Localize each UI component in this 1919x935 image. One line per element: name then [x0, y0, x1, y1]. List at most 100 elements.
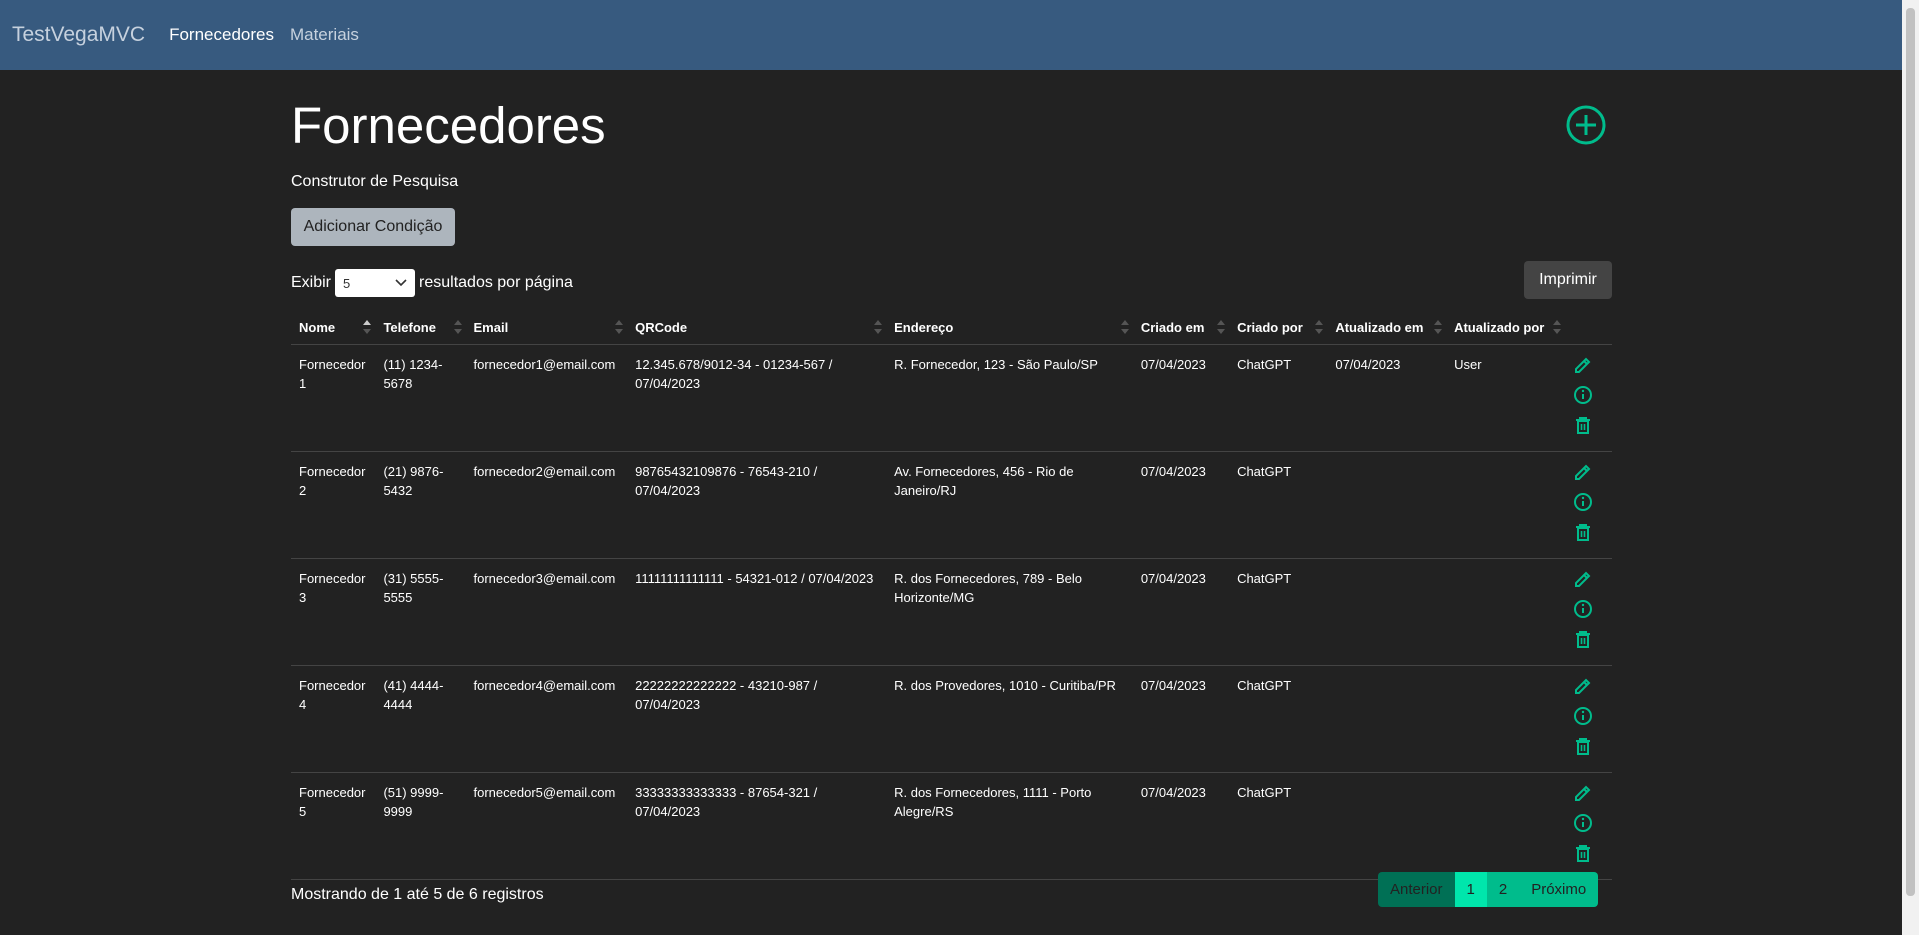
add-condition-button[interactable]: Adicionar Condição — [291, 208, 455, 246]
pagination-page-2[interactable]: 2 — [1486, 872, 1520, 907]
table-cell: 07/04/2023 — [1132, 344, 1230, 452]
table-cell: ChatGPT — [1229, 451, 1328, 559]
pagination-previous[interactable]: Anterior — [1378, 872, 1455, 907]
details-info-icon[interactable] — [1573, 492, 1593, 512]
table-cell: 33333333333333 - 87654-321 / 07/04/2023 — [627, 772, 887, 880]
col-header-label: Atualizado em — [1335, 319, 1424, 335]
table-cell: 07/04/2023 — [1132, 451, 1230, 559]
delete-trash-icon[interactable] — [1573, 629, 1593, 649]
pagination-next[interactable]: Próximo — [1519, 872, 1599, 907]
table-cell — [1327, 451, 1447, 559]
table-header-row: Nome Telefone Email QRCode Endereço Cria… — [291, 310, 1612, 345]
table-cell: User — [1446, 344, 1565, 452]
sort-icon — [874, 320, 883, 334]
table-row: Fornecedor 2 (21) 9876-5432 fornecedor2@em… — [291, 451, 1612, 559]
table-cell — [1446, 451, 1565, 559]
col-header-label: Criado por — [1237, 319, 1303, 335]
details-info-icon[interactable] — [1573, 385, 1593, 405]
scrollbar[interactable] — [1902, 0, 1919, 935]
col-header-label: Nome — [299, 319, 336, 335]
table-info: Mostrando de 1 até 5 de 6 registros — [291, 886, 544, 903]
details-info-icon[interactable] — [1573, 599, 1593, 619]
table-cell: Fornecedor 5 — [291, 772, 376, 880]
table-cell: R. Fornecedor, 123 - São Paulo/SP — [886, 344, 1133, 452]
table-cell: 07/04/2023 — [1132, 558, 1230, 666]
table-cell: fornecedor3@email.com — [465, 558, 628, 666]
table-cell — [1446, 558, 1565, 666]
row-actions — [1564, 344, 1612, 452]
brand-link[interactable]: TestVegaMVC — [12, 23, 145, 47]
sort-icon — [1552, 320, 1561, 334]
print-button[interactable]: Imprimir — [1524, 261, 1612, 299]
col-header-email[interactable]: Email — [465, 310, 628, 345]
col-header-criado-por[interactable]: Criado por — [1229, 310, 1328, 345]
col-header-criado-em[interactable]: Criado em — [1132, 310, 1230, 345]
delete-trash-icon[interactable] — [1573, 843, 1593, 863]
col-header-endereco[interactable]: Endereço — [886, 310, 1133, 345]
edit-pencil-icon[interactable] — [1573, 783, 1593, 803]
col-header-qrcode[interactable]: QRCode — [627, 310, 887, 345]
table-row: Fornecedor 3 (31) 5555-5555 fornecedor3@em… — [291, 558, 1612, 666]
row-actions — [1564, 665, 1612, 773]
table-cell: ChatGPT — [1229, 558, 1328, 666]
table-cell: 12.345.678/9012-34 - 01234-567 / 07/04/2… — [627, 344, 887, 452]
table-cell: fornecedor2@email.com — [465, 451, 628, 559]
sort-asc-icon — [363, 320, 372, 334]
table-cell — [1446, 772, 1565, 880]
chevron-down-icon — [395, 279, 407, 287]
plus-circle-icon[interactable] — [1565, 104, 1607, 146]
col-header-label: Email — [473, 319, 509, 335]
table-cell: R. dos Provedores, 1010 - Curitiba/PR — [886, 665, 1133, 773]
table-cell: Fornecedor 3 — [291, 558, 376, 666]
table-cell: (11) 1234-5678 — [375, 344, 466, 452]
table-cell: 11111111111111 - 54321-012 / 07/04/2023 — [627, 558, 887, 666]
pagination-page-1[interactable]: 1 — [1454, 872, 1487, 907]
edit-pencil-icon[interactable] — [1573, 355, 1593, 375]
table-row: Fornecedor 5 (51) 9999-9999 fornecedor5@em… — [291, 772, 1612, 880]
col-header-atualizado-por[interactable]: Atualizado por — [1446, 310, 1565, 345]
scrollbar-thumb[interactable] — [1906, 8, 1915, 896]
table-cell: Fornecedor 2 — [291, 451, 376, 559]
edit-pencil-icon[interactable] — [1573, 462, 1593, 482]
col-header-telefone[interactable]: Telefone — [375, 310, 466, 345]
col-header-label: Criado em — [1140, 319, 1205, 335]
table-cell: 07/04/2023 — [1327, 344, 1447, 452]
sort-icon — [1434, 320, 1443, 334]
row-actions — [1564, 772, 1612, 880]
row-actions — [1564, 558, 1612, 666]
details-info-icon[interactable] — [1573, 706, 1593, 726]
table-cell: fornecedor4@email.com — [465, 665, 628, 773]
sort-icon — [1315, 320, 1324, 334]
delete-trash-icon[interactable] — [1573, 415, 1593, 435]
table-row: Fornecedor 1 (11) 1234-5678 fornecedor1@em… — [291, 344, 1612, 452]
pagination: Anterior 1 2 Próximo — [1378, 872, 1599, 907]
edit-pencil-icon[interactable] — [1573, 676, 1593, 696]
page-length-select[interactable]: 5 — [335, 269, 416, 297]
search-builder-label: Construtor de Pesquisa — [291, 173, 459, 190]
col-header-label: Telefone — [383, 319, 436, 335]
table-cell: R. dos Fornecedores, 789 - Belo Horizont… — [886, 558, 1133, 666]
edit-pencil-icon[interactable] — [1573, 569, 1593, 589]
table-cell: 98765432109876 - 76543-210 / 07/04/2023 — [627, 451, 887, 559]
details-info-icon[interactable] — [1573, 813, 1593, 833]
col-header-nome[interactable]: Nome — [291, 310, 376, 345]
sort-icon — [1120, 320, 1129, 334]
table-cell: R. dos Fornecedores, 1111 - Porto Alegre… — [886, 772, 1133, 880]
table-cell: (41) 4444-4444 — [375, 665, 466, 773]
col-header-label: QRCode — [635, 319, 688, 335]
table-cell: ChatGPT — [1229, 344, 1328, 452]
sort-icon — [1217, 320, 1226, 334]
sort-icon — [453, 320, 462, 334]
delete-trash-icon[interactable] — [1573, 736, 1593, 756]
row-actions — [1564, 451, 1612, 559]
page-length-control: Exibir 5 resultados por página — [291, 269, 573, 297]
table-cell: (31) 5555-5555 — [375, 558, 466, 666]
table-cell — [1327, 558, 1447, 666]
table-cell: Fornecedor 1 — [291, 344, 376, 452]
delete-trash-icon[interactable] — [1573, 522, 1593, 542]
nav-link-fornecedores[interactable]: Fornecedores — [169, 25, 274, 45]
per-page-label: resultados por página — [419, 274, 573, 291]
col-header-atualizado-em[interactable]: Atualizado em — [1327, 310, 1447, 345]
table-cell — [1327, 772, 1447, 880]
nav-link-materiais[interactable]: Materiais — [290, 25, 359, 45]
